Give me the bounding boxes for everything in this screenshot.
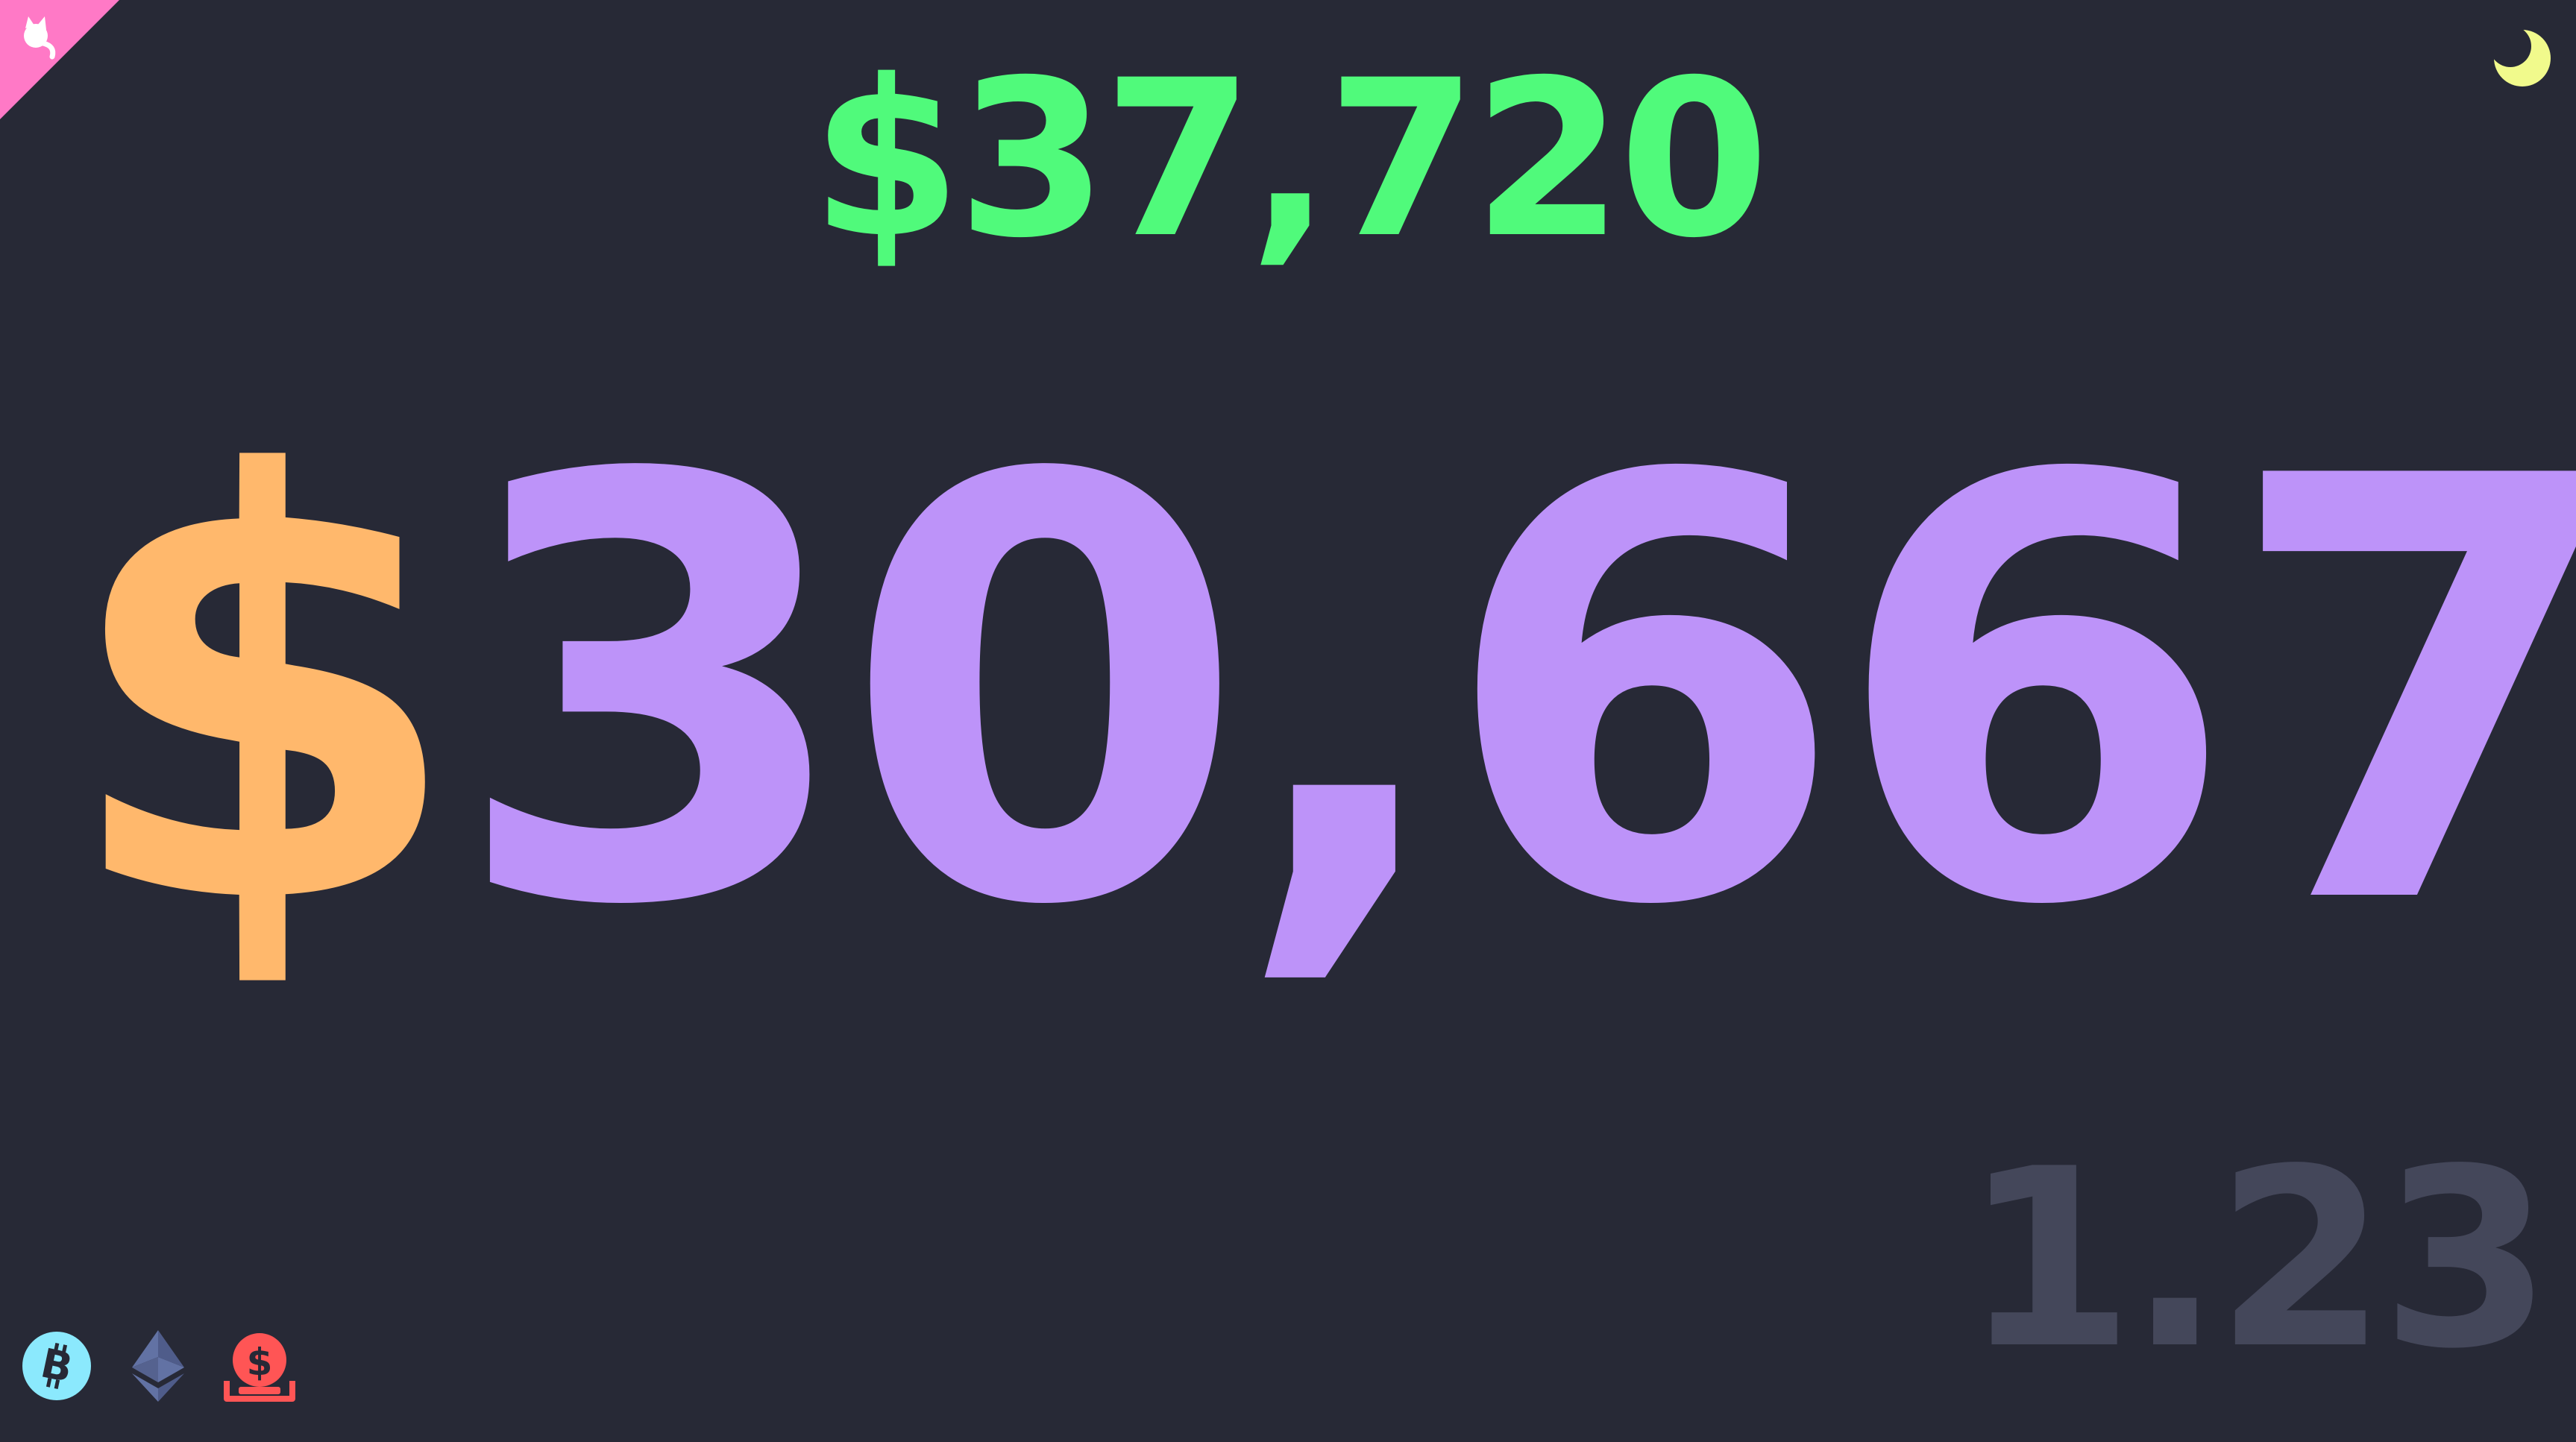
coin-bitcoin-button[interactable]: B (21, 1330, 92, 1402)
coin-selector: B $ (21, 1330, 295, 1402)
price-amount: 30,667 (450, 355, 2576, 1032)
ratio-value: 1.23 (1962, 1116, 2552, 1402)
currency-symbol: $ (60, 355, 465, 1032)
coin-ethereum-button[interactable] (122, 1330, 194, 1402)
coin-usd-button[interactable]: $ (224, 1330, 295, 1402)
app-canvas: $37,720 $30,667 1.23 B $ (0, 0, 2576, 1442)
svg-text:$: $ (247, 1341, 273, 1384)
main-price: $30,667 (60, 403, 2576, 984)
ethereum-icon (132, 1330, 184, 1402)
bitcoin-icon: B (22, 1332, 91, 1400)
usd-coin-icon: $ (224, 1333, 295, 1402)
secondary-price: $37,720 (811, 34, 1770, 286)
